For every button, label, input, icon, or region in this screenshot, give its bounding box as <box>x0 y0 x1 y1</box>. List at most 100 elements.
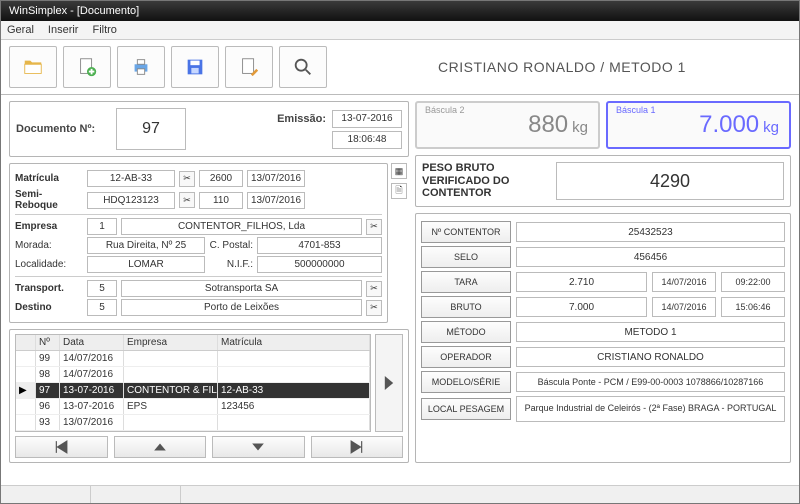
semi-cut-button[interactable]: ✂ <box>179 192 195 208</box>
localidade-field[interactable]: LOMAR <box>87 256 205 273</box>
metodo-value: METODO 1 <box>516 322 785 342</box>
morada-label: Morada: <box>15 240 83 251</box>
headline: CRISTIANO RONALDO / METODO 1 <box>333 59 791 75</box>
window-titlebar: WinSimplex - [Documento] <box>1 1 799 21</box>
tara-time: 09:22:00 <box>721 272 785 292</box>
emissao-label: Emissão: <box>277 113 326 125</box>
nav-next-button[interactable] <box>212 436 305 458</box>
transport-label: Transport. <box>15 283 83 294</box>
edit-doc-icon <box>238 56 260 78</box>
destino-id[interactable]: 5 <box>87 299 117 316</box>
history-grid[interactable]: Nº Data Empresa Matrícula 9914/07/2016 9… <box>15 334 371 432</box>
grid-h-emp[interactable]: Empresa <box>124 335 218 350</box>
bascula-2-value: 880 <box>528 111 568 138</box>
table-row[interactable]: 9313/07/2016 <box>16 415 370 431</box>
contentor-value[interactable]: 25432523 <box>516 222 785 242</box>
scales-panel: Báscula 2 880kg Báscula 1 7.000kg <box>415 101 791 149</box>
new-button[interactable] <box>63 46 111 88</box>
table-row[interactable]: 9914/07/2016 <box>16 351 370 367</box>
destino-cut-button[interactable]: ✂ <box>366 300 382 316</box>
semi-field[interactable]: HDQ123123 <box>87 192 175 209</box>
nav-last-button[interactable] <box>311 436 404 458</box>
nav-first-button[interactable] <box>15 436 108 458</box>
documento-number: 97 <box>116 108 186 150</box>
folder-icon <box>22 56 44 78</box>
empresa-id[interactable]: 1 <box>87 218 117 235</box>
print-button[interactable] <box>117 46 165 88</box>
destino-nome[interactable]: Porto de Leixões <box>121 299 362 316</box>
save-button[interactable] <box>171 46 219 88</box>
search-icon <box>292 56 314 78</box>
side-icon-1[interactable]: ▦ <box>391 163 407 179</box>
open-button[interactable] <box>9 46 57 88</box>
tara-button[interactable]: TARA <box>421 271 511 293</box>
grid-h-num[interactable]: Nº <box>36 335 60 350</box>
contentor-button[interactable]: Nº CONTENTOR <box>421 221 511 243</box>
save-icon <box>184 56 206 78</box>
empresa-label: Empresa <box>15 221 83 232</box>
pbv-panel: PESO BRUTO VERIFICADO DO CONTENTOR 4290 <box>415 155 791 207</box>
vehicle-panel: Matrícula 12-AB-33 ✂ 2600 13/07/2016 Sem… <box>9 163 388 323</box>
empresa-cut-button[interactable]: ✂ <box>366 219 382 235</box>
window-title: WinSimplex - [Documento] <box>9 5 139 17</box>
selo-value[interactable]: 456456 <box>516 247 785 267</box>
bruto-time: 15:06:46 <box>721 297 785 317</box>
up-icon <box>153 440 167 454</box>
edit-button[interactable] <box>225 46 273 88</box>
local-value: Parque Industrial de Celeirós - (2ª Fase… <box>516 396 785 422</box>
metodo-button[interactable]: MÉTODO <box>421 321 511 343</box>
toolbar: CRISTIANO RONALDO / METODO 1 <box>1 40 799 95</box>
semi-peso[interactable]: 110 <box>199 192 243 209</box>
bascula-1-value: 7.000 <box>699 111 759 138</box>
nif-field[interactable]: 500000000 <box>257 256 382 273</box>
first-icon <box>54 440 68 454</box>
transport-cut-button[interactable]: ✂ <box>366 281 382 297</box>
local-button[interactable]: LOCAL PESAGEM <box>421 398 511 420</box>
matricula-peso[interactable]: 2600 <box>199 170 243 187</box>
matricula-data[interactable]: 13/07/2016 <box>247 170 305 187</box>
bruto-value[interactable]: 7.000 <box>516 297 647 317</box>
new-doc-icon <box>76 56 98 78</box>
search-button[interactable] <box>279 46 327 88</box>
localidade-label: Localidade: <box>15 259 83 270</box>
menu-geral[interactable]: Geral <box>7 24 34 36</box>
menubar: Geral Inserir Filtro <box>1 21 799 40</box>
modelo-button[interactable]: MODELO/SÉRIE <box>421 371 511 393</box>
semi-data[interactable]: 13/07/2016 <box>247 192 305 209</box>
modelo-value: Báscula Ponte - PCM / E99-00-0003 107886… <box>516 372 785 392</box>
cpostal-label: C. Postal: <box>209 240 253 251</box>
pbv-label: PESO BRUTO VERIFICADO DO CONTENTOR <box>422 162 542 200</box>
selo-button[interactable]: SELO <box>421 246 511 268</box>
menu-filtro[interactable]: Filtro <box>92 24 116 36</box>
bruto-date: 14/07/2016 <box>652 297 716 317</box>
documento-label: Documento Nº: <box>16 123 106 135</box>
document-panel: Documento Nº: 97 Emissão: 13-07-2016 18:… <box>9 101 409 157</box>
operador-value: CRISTIANO RONALDO <box>516 347 785 367</box>
nav-prev-button[interactable] <box>114 436 207 458</box>
table-row[interactable]: 9814/07/2016 <box>16 367 370 383</box>
matricula-cut-button[interactable]: ✂ <box>179 171 195 187</box>
matricula-field[interactable]: 12-AB-33 <box>87 170 175 187</box>
destino-label: Destino <box>15 302 83 313</box>
matricula-label: Matrícula <box>15 173 83 184</box>
transport-id[interactable]: 5 <box>87 280 117 297</box>
last-icon <box>350 440 364 454</box>
bruto-button[interactable]: BRUTO <box>421 296 511 318</box>
side-icon-2[interactable]: 🗎 <box>391 183 407 199</box>
cpostal-field[interactable]: 4701-853 <box>257 237 382 254</box>
grid-expand-button[interactable] <box>375 334 403 432</box>
transport-nome[interactable]: Sotransporta SA <box>121 280 362 297</box>
menu-inserir[interactable]: Inserir <box>48 24 79 36</box>
chevron-right-icon <box>382 376 396 390</box>
grid-h-data[interactable]: Data <box>60 335 124 350</box>
pbv-value: 4290 <box>556 162 784 200</box>
empresa-nome[interactable]: CONTENTOR_FILHOS, Lda <box>121 218 362 235</box>
table-row-selected[interactable]: ▶9713-07-2016CONTENTOR & FILHO12-AB-33 <box>16 383 370 399</box>
emissao-time: 18:06:48 <box>332 131 402 149</box>
tara-value[interactable]: 2.710 <box>516 272 647 292</box>
operador-button[interactable]: OPERADOR <box>421 346 511 368</box>
morada-field[interactable]: Rua Direita, Nº 25 <box>87 237 205 254</box>
semi-label: Semi-Reboque <box>15 189 83 211</box>
table-row[interactable]: 9613-07-2016EPS123456 <box>16 399 370 415</box>
grid-h-mat[interactable]: Matrícula <box>218 335 370 350</box>
